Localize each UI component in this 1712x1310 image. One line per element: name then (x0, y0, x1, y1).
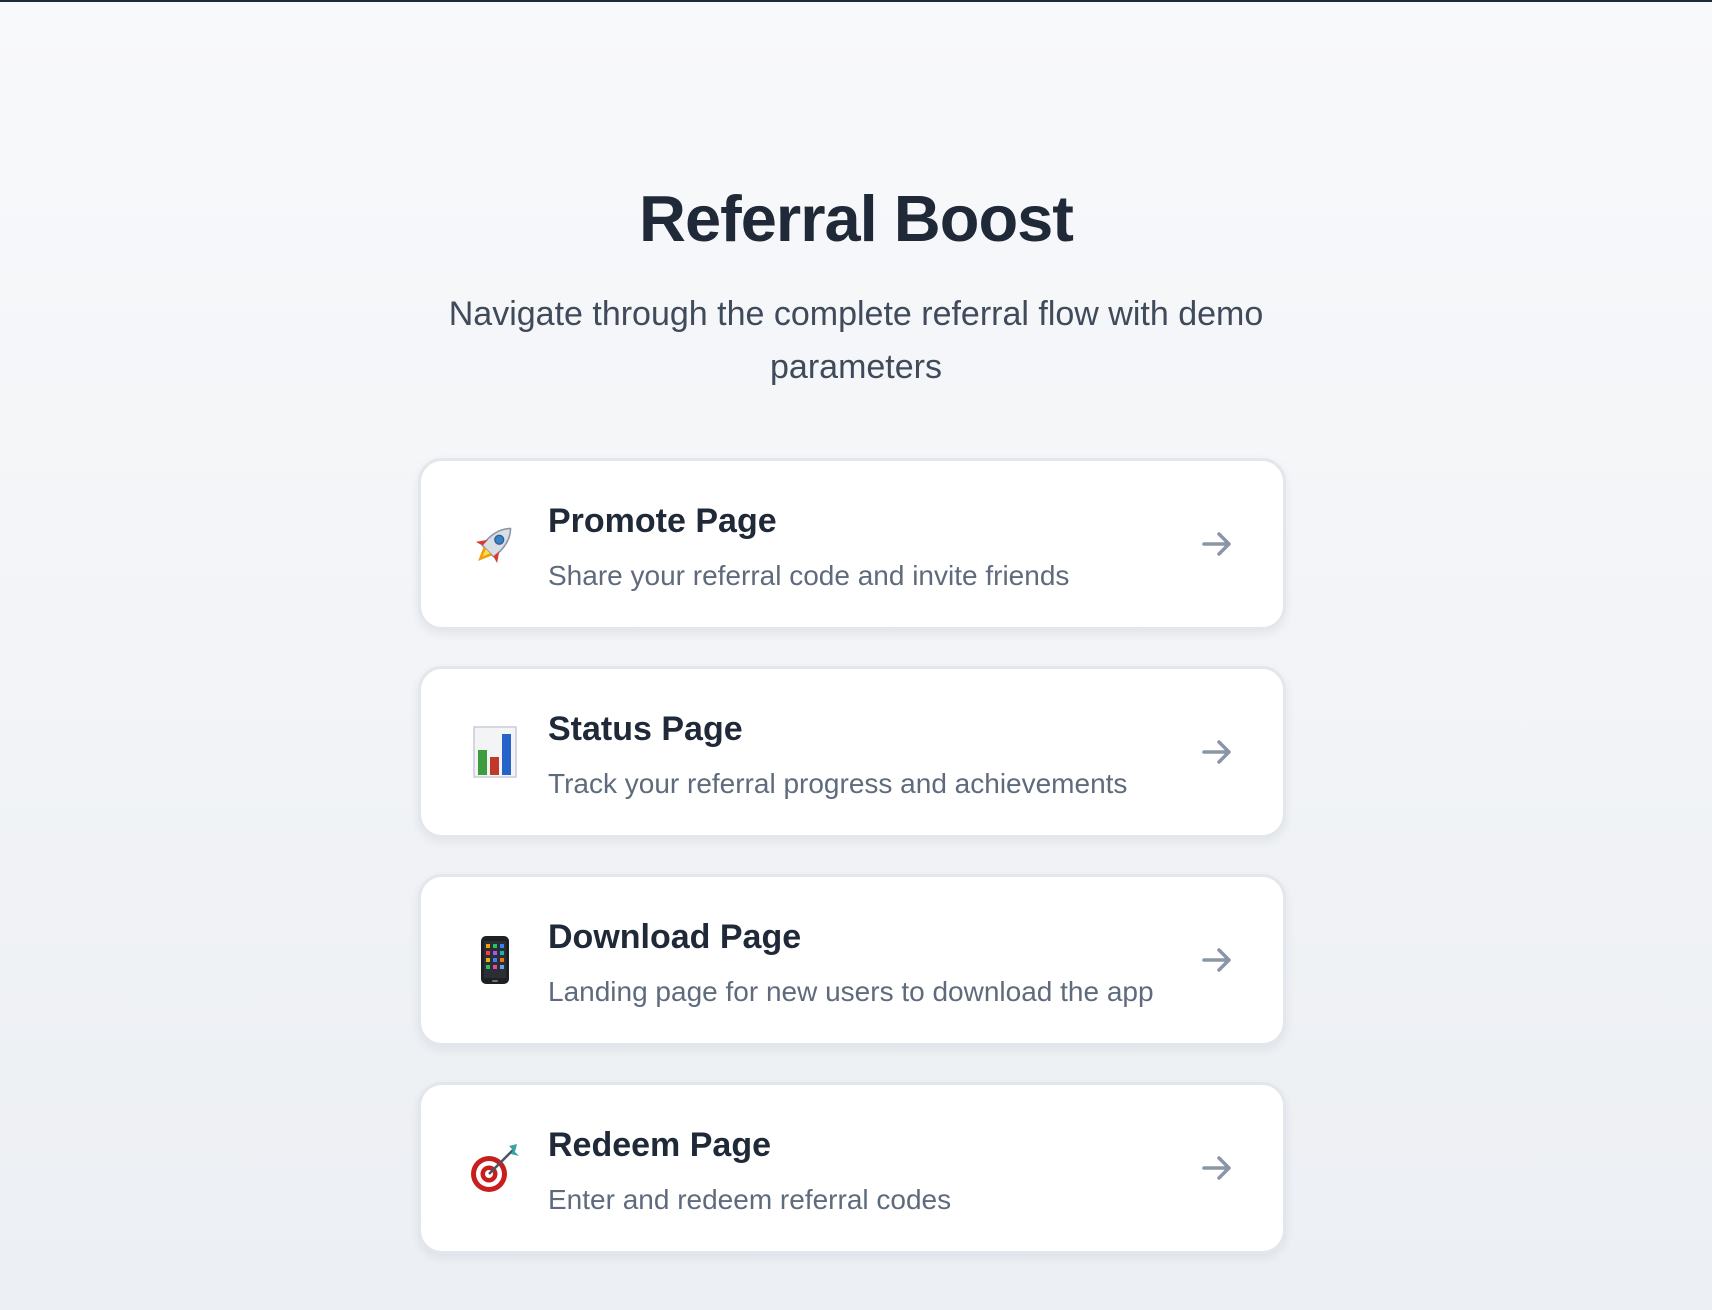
promote-page-card[interactable]: Promote Page Share your referral code an… (418, 458, 1286, 630)
download-page-card[interactable]: Download Page Landing page for new users… (418, 874, 1286, 1046)
rocket-icon (467, 512, 523, 576)
redeem-page-card[interactable]: Redeem Page Enter and redeem referral co… (418, 1082, 1286, 1254)
bar-chart-icon (467, 720, 523, 784)
status-page-card[interactable]: Status Page Track your referral progress… (418, 666, 1286, 838)
card-title: Status Page (548, 710, 743, 748)
card-description: Landing page for new users to download t… (548, 976, 1154, 1007)
page-title: Referral Boost (639, 182, 1074, 255)
nav-card-list: Promote Page Share your referral code an… (418, 458, 1286, 1290)
card-title: Download Page (548, 918, 802, 956)
card-description: Share your referral code and invite frie… (548, 560, 1070, 591)
arrow-right-icon (1202, 740, 1231, 764)
page-subtitle: Navigate through the complete referral f… (448, 295, 1264, 386)
card-title: Promote Page (548, 502, 777, 540)
card-title: Redeem Page (548, 1126, 771, 1164)
target-icon (467, 1136, 523, 1200)
mobile-phone-icon (467, 928, 523, 992)
arrow-right-icon (1202, 532, 1231, 556)
card-description: Enter and redeem referral codes (548, 1184, 952, 1215)
card-description: Track your referral progress and achieve… (548, 768, 1128, 799)
arrow-right-icon (1202, 1156, 1231, 1180)
arrow-right-icon (1202, 948, 1231, 972)
